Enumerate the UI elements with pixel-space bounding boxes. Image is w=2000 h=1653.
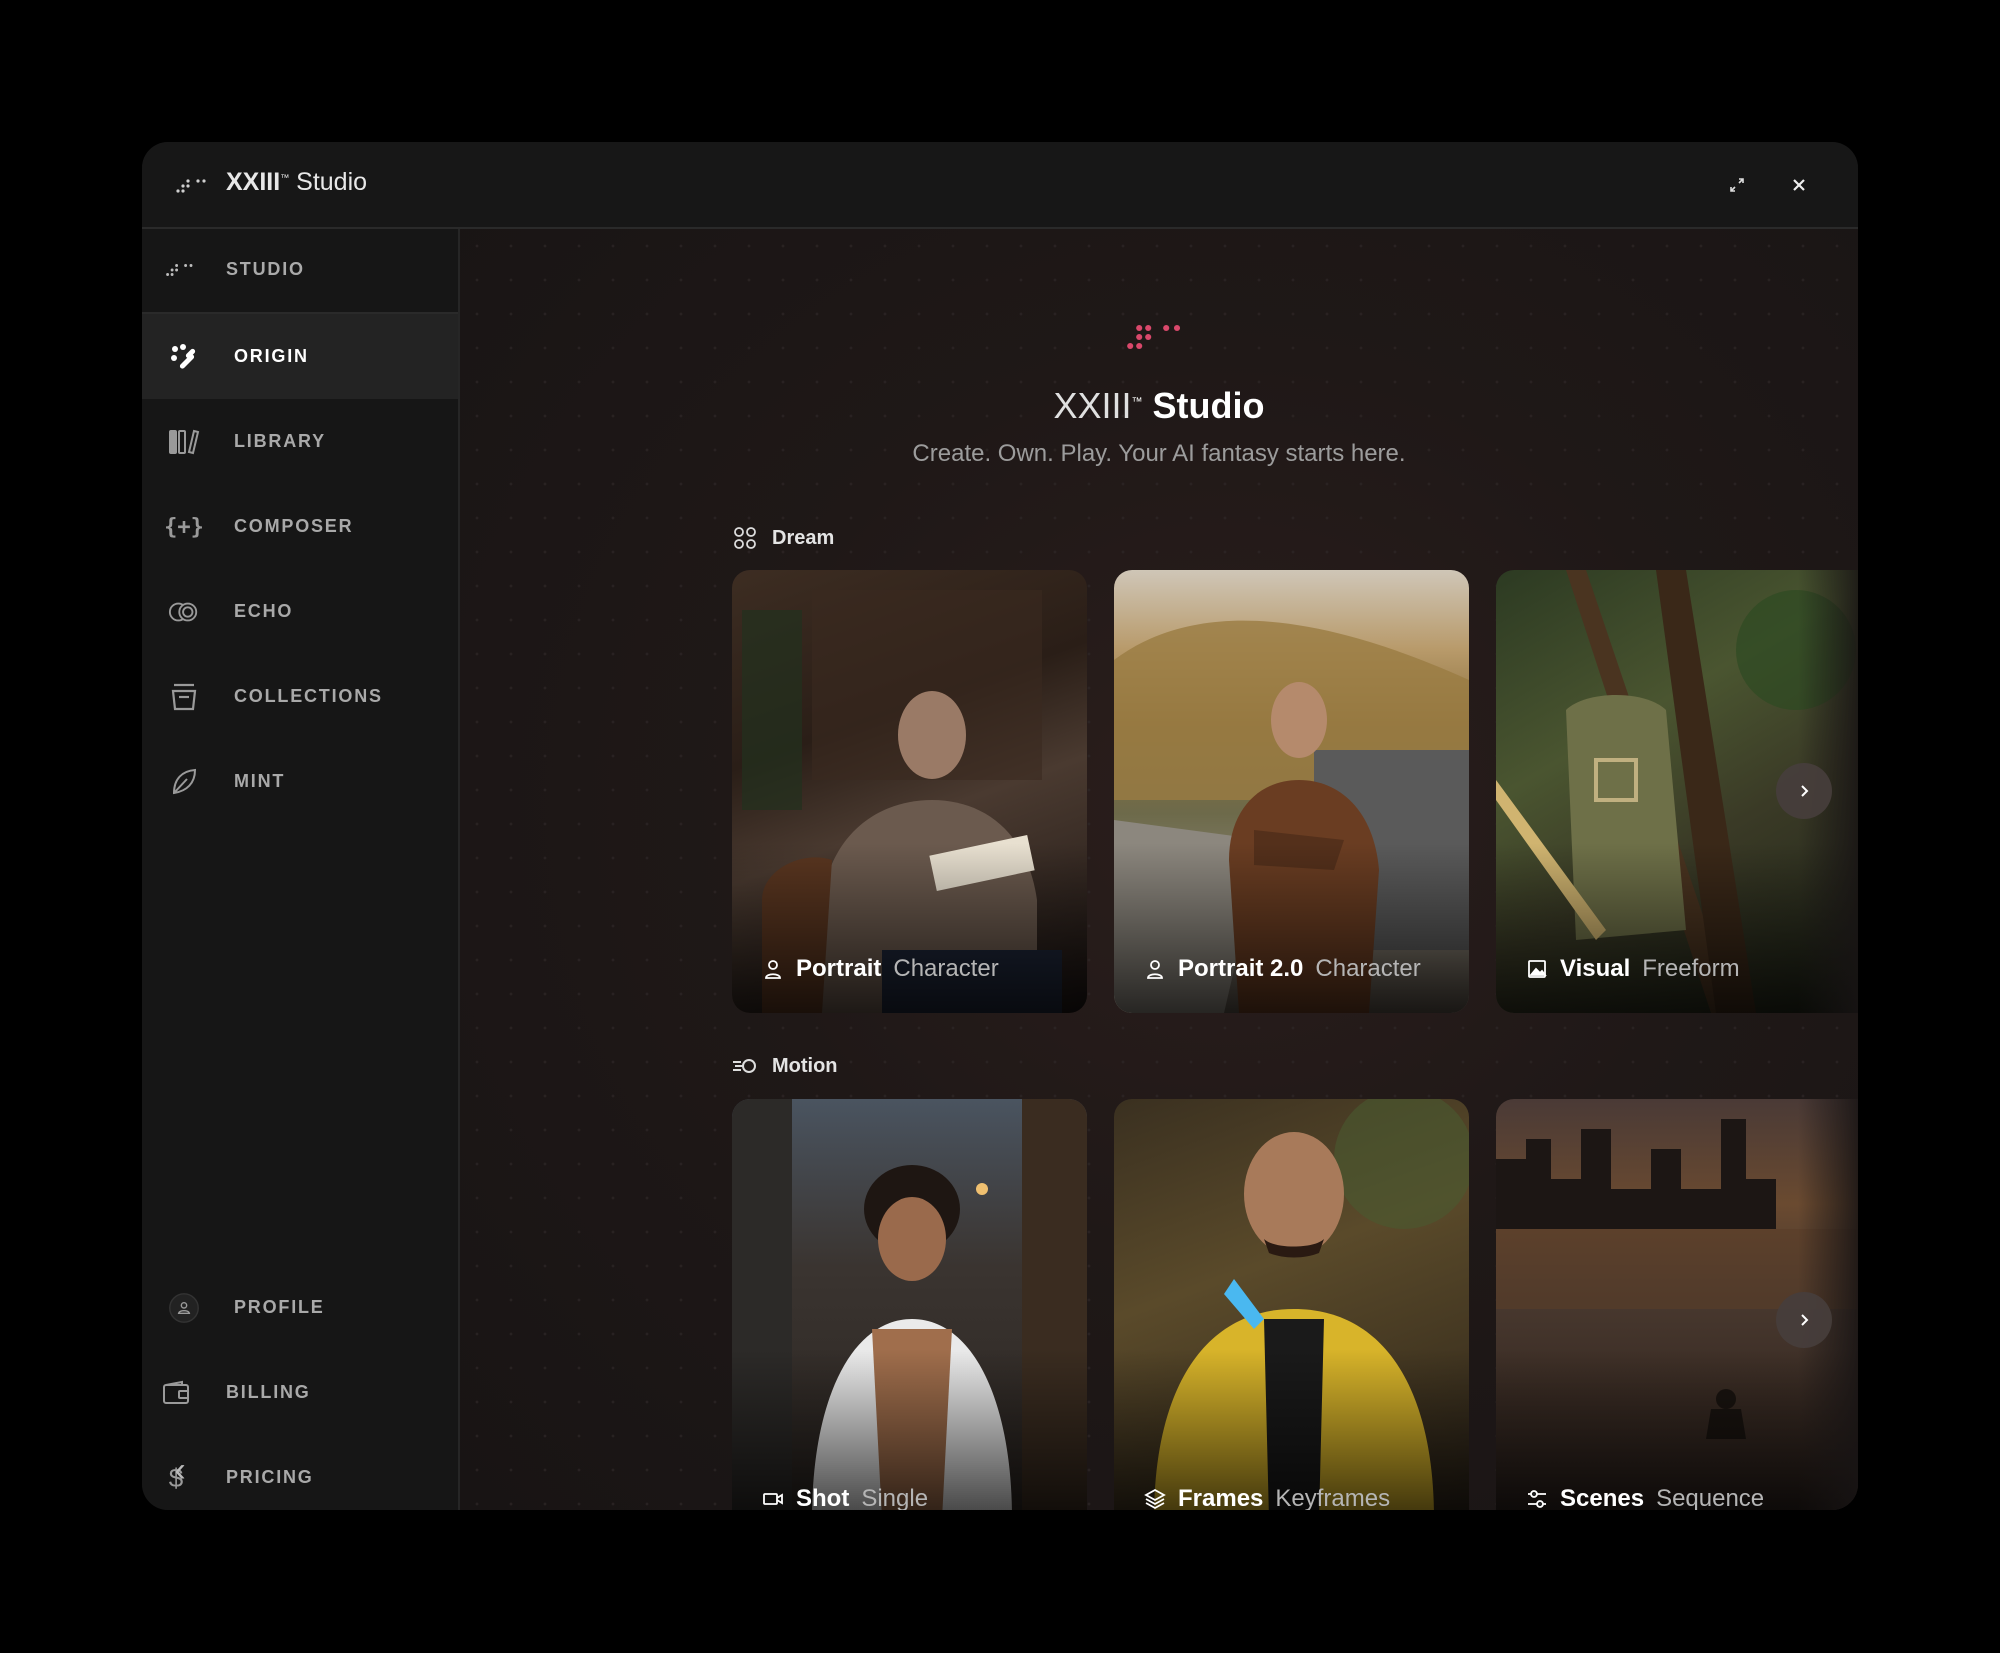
library-icon (168, 426, 200, 458)
brand-logo-icon (176, 179, 206, 193)
sidebar-item-origin[interactable]: ORIGIN (142, 314, 458, 399)
sliders-icon (1526, 1488, 1548, 1510)
sidebar-item-label: PRICING (226, 1467, 314, 1487)
chevron-right-icon (1801, 1314, 1809, 1326)
sidebar-item-label: ECHO (234, 601, 294, 621)
user-icon (1144, 958, 1166, 980)
composer-braces-icon: {+} (164, 514, 204, 540)
collections-icon (168, 681, 200, 713)
card-caption: Visual Freeform (1526, 955, 1740, 983)
section-title: Motion (772, 1054, 838, 1077)
card-caption: Portrait Character (762, 955, 999, 983)
chevron-left-icon: ‹ (174, 1451, 186, 1489)
page-subtitle: Create. Own. Play. Your AI fantasy start… (912, 440, 1406, 467)
window-title: XXIII™ Studio (226, 168, 368, 196)
sidebar-item-profile[interactable]: PROFILE (142, 1265, 458, 1350)
video-icon (762, 1488, 784, 1510)
sidebar-item-echo[interactable]: ECHO (142, 569, 458, 654)
title-bar: XXIII™ Studio (142, 142, 1858, 229)
layers-icon (1144, 1488, 1166, 1510)
brand-logo-icon (1127, 324, 1181, 350)
apps-grid-icon (732, 525, 758, 551)
card-caption: Frames Keyframes (1144, 1485, 1390, 1510)
origin-icon (168, 341, 200, 373)
card-caption: Shot Single (762, 1485, 928, 1510)
card-portrait-2[interactable]: Portrait 2.0 Character (1114, 570, 1469, 1013)
sidebar: STUDIO ORIGIN LIBRARY {+} COMPOSER ECHO (142, 229, 460, 1510)
sidebar-header-studio[interactable]: STUDIO (142, 229, 458, 314)
sidebar-item-label: MINT (234, 771, 286, 791)
sidebar-item-mint[interactable]: MINT (142, 739, 458, 824)
sidebar-header-label: STUDIO (226, 259, 305, 279)
close-window-button[interactable] (1784, 170, 1814, 200)
brand-logo-icon (166, 264, 193, 276)
leaf-icon (168, 766, 200, 798)
sidebar-item-library[interactable]: LIBRARY (142, 399, 458, 484)
sidebar-item-label: BILLING (226, 1382, 311, 1402)
card-caption: Portrait 2.0 Character (1144, 955, 1421, 983)
sidebar-item-label: COMPOSER (234, 516, 354, 536)
carousel-next-button[interactable] (1776, 763, 1832, 819)
card-caption: Scenes Sequence (1526, 1485, 1764, 1510)
sidebar-item-label: LIBRARY (234, 431, 326, 451)
sidebar-item-label: COLLECTIONS (234, 686, 383, 706)
expand-icon (1730, 178, 1744, 192)
card-portrait[interactable]: Portrait Character (732, 570, 1087, 1013)
sidebar-item-billing[interactable]: BILLING (142, 1350, 458, 1435)
carousel-next-button[interactable] (1776, 1292, 1832, 1348)
user-icon (762, 958, 784, 980)
card-shot[interactable]: Shot Single (732, 1099, 1087, 1510)
image-icon (1526, 958, 1548, 980)
wallet-icon (160, 1377, 192, 1409)
app-window: XXIII™ Studio STUDIO ORIGIN LIBRARY {+} … (142, 142, 1858, 1510)
section-header-dream: Dream (732, 525, 834, 551)
card-frames[interactable]: Frames Keyframes (1114, 1099, 1469, 1510)
expand-window-button[interactable] (1722, 170, 1752, 200)
chevron-right-icon (1801, 785, 1809, 797)
section-header-motion: Motion (732, 1053, 838, 1079)
main-content: XXIII™ Studio Create. Own. Play. Your AI… (460, 229, 1858, 1510)
sidebar-item-label: ORIGIN (234, 346, 309, 366)
motion-icon (732, 1053, 758, 1079)
sidebar-item-collections[interactable]: COLLECTIONS (142, 654, 458, 739)
sidebar-item-composer[interactable]: {+} COMPOSER (142, 484, 458, 569)
section-title: Dream (772, 526, 835, 549)
collapse-sidebar-button[interactable]: ‹ (160, 1450, 200, 1490)
page-title: XXIII™ Studio (1053, 385, 1265, 426)
user-avatar-icon (168, 1292, 200, 1324)
close-icon (1793, 179, 1805, 191)
echo-icon (168, 596, 200, 628)
sidebar-item-label: PROFILE (234, 1297, 325, 1317)
